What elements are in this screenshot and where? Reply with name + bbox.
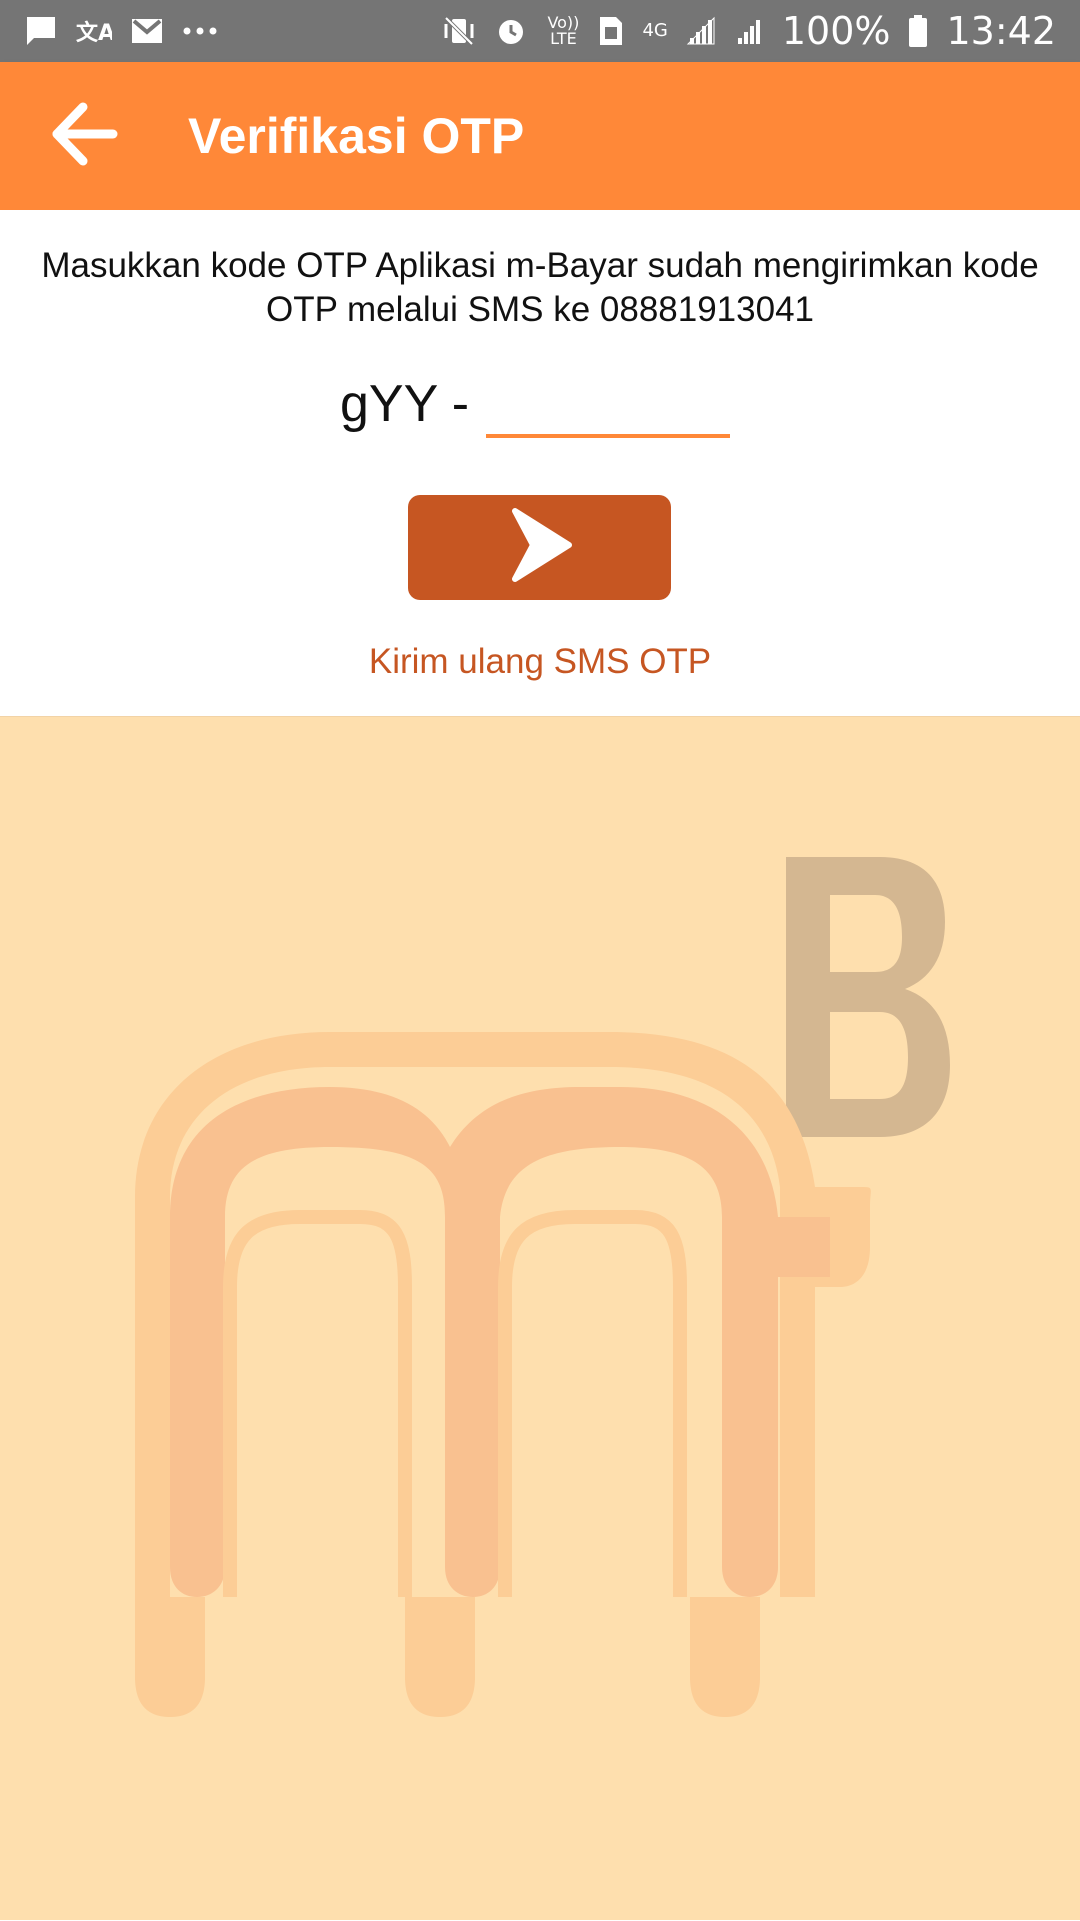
arrow-left-icon bbox=[49, 99, 119, 174]
gmail-icon bbox=[130, 17, 164, 45]
battery-icon bbox=[908, 14, 928, 48]
otp-instruction: Masukkan kode OTP Aplikasi m-Bayar sudah… bbox=[41, 246, 1039, 329]
page-title: Verifikasi OTP bbox=[188, 108, 525, 164]
translate-icon: 文A bbox=[76, 16, 112, 46]
background-area bbox=[0, 716, 1080, 1920]
app-bar: Verifikasi OTP bbox=[0, 62, 1080, 210]
more-dots-icon bbox=[182, 26, 218, 36]
otp-row: gYY - bbox=[0, 360, 1080, 450]
back-button[interactable] bbox=[30, 82, 138, 190]
sim-icon bbox=[598, 15, 624, 47]
network-4g-icon: 4G bbox=[642, 20, 668, 41]
alarm-icon bbox=[494, 14, 528, 48]
status-bar-left: 文A bbox=[24, 14, 218, 48]
status-bar: 文A Vo)) LTE 4G 100% 13:42 bbox=[0, 0, 1080, 62]
otp-input[interactable] bbox=[486, 368, 730, 438]
volte-icon: Vo)) LTE bbox=[547, 13, 580, 48]
status-bar-right: Vo)) LTE 4G 100% 13:42 bbox=[442, 9, 1056, 53]
message-icon bbox=[24, 14, 58, 48]
signal-icon-2 bbox=[734, 16, 764, 46]
clock: 13:42 bbox=[946, 9, 1056, 53]
resend-sms-otp-link[interactable]: Kirim ulang SMS OTP bbox=[0, 642, 1080, 682]
battery-percent: 100% bbox=[781, 9, 891, 53]
otp-prefix: gYY - bbox=[340, 375, 470, 433]
vibrate-icon bbox=[442, 14, 476, 48]
svg-text:文A: 文A bbox=[76, 20, 112, 46]
signal-icon bbox=[686, 16, 716, 46]
otp-form: Masukkan kode OTP Aplikasi m-Bayar sudah… bbox=[0, 210, 1080, 716]
submit-otp-button[interactable] bbox=[408, 495, 671, 600]
m-bayar-logo bbox=[135, 857, 950, 1717]
chevron-right-icon bbox=[505, 505, 575, 590]
